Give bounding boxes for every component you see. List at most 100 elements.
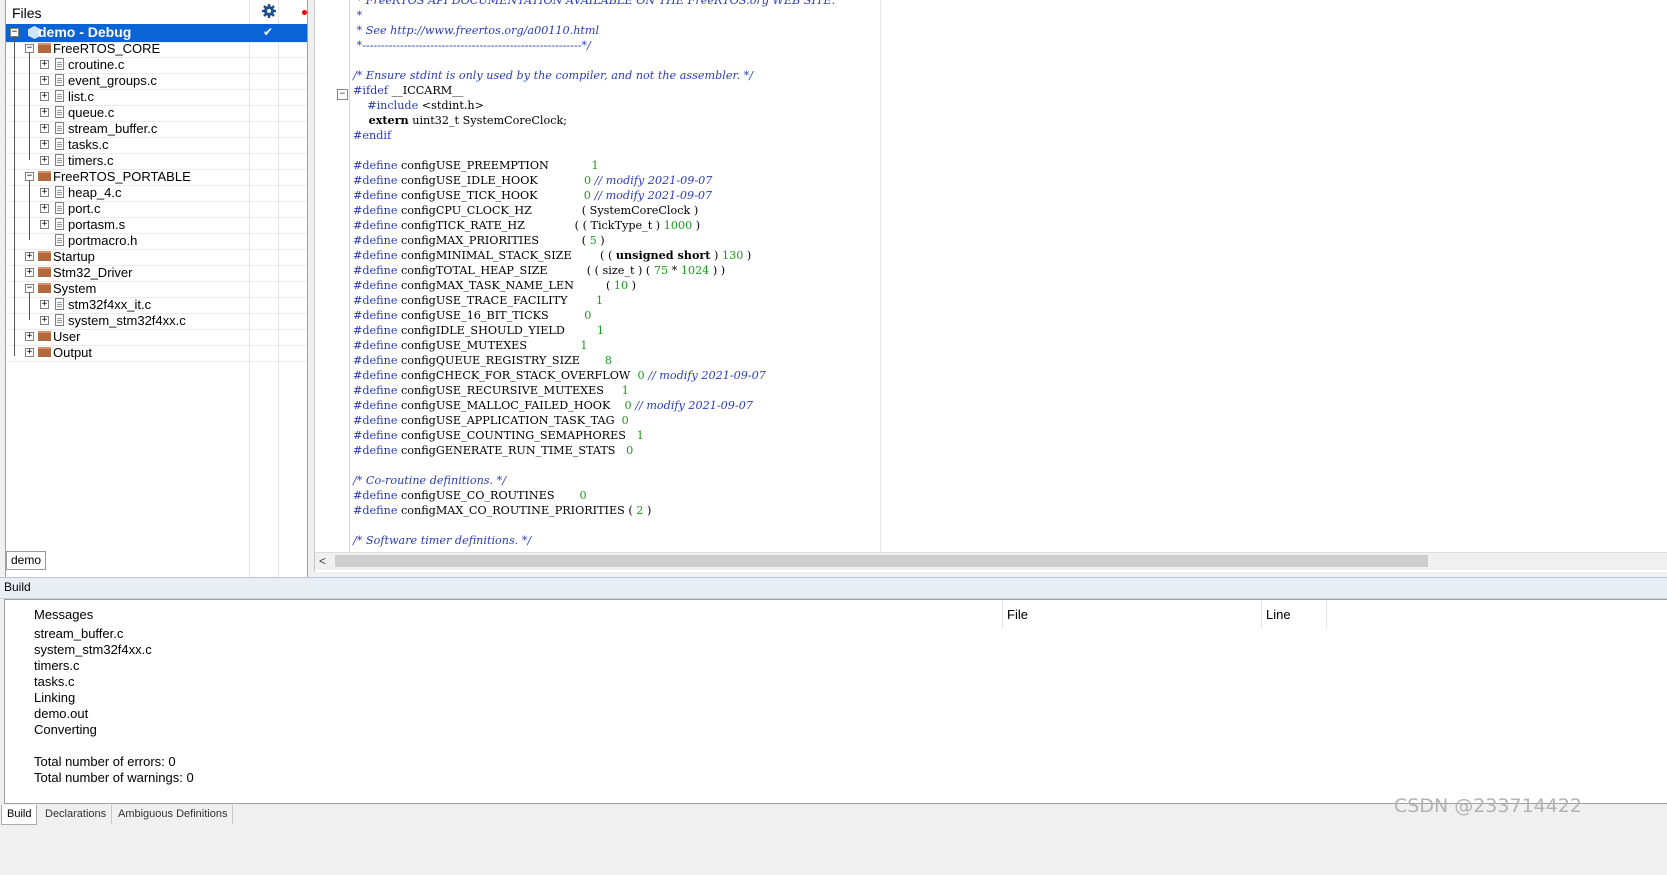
code-line[interactable] [353, 518, 835, 533]
code-line[interactable]: #define configUSE_RECURSIVE_MUTEXES 1 [353, 383, 835, 398]
expand-icon[interactable]: + [25, 268, 34, 277]
column-header-messages[interactable]: Messages [30, 600, 1003, 628]
folder-icon [38, 251, 51, 261]
code-content[interactable]: * FreeRTOS API DOCUMENTATION AVAILABLE O… [353, 0, 835, 548]
code-line[interactable]: #ifdef __ICCARM__ [353, 83, 835, 98]
expand-icon[interactable]: + [40, 92, 49, 101]
code-token: configMAX_TASK_NAME_LEN ( [397, 279, 614, 292]
code-token: configMAX_PRIORITIES ( [397, 234, 590, 247]
code-line[interactable]: #define configUSE_APPLICATION_TASK_TAG 0 [353, 413, 835, 428]
expand-icon[interactable]: + [40, 60, 49, 69]
code-token: ) [710, 249, 722, 262]
fold-collapse-icon[interactable]: − [337, 89, 348, 100]
expand-icon[interactable]: + [25, 332, 34, 341]
code-line[interactable]: #define configCPU_CLOCK_HZ ( SystemCoreC… [353, 203, 835, 218]
expand-icon[interactable]: + [25, 348, 34, 357]
code-line[interactable]: #define configUSE_CO_ROUTINES 0 [353, 488, 835, 503]
code-line[interactable]: #define configMAX_CO_ROUTINE_PRIORITIES … [353, 503, 835, 518]
code-line[interactable]: #define configUSE_MALLOC_FAILED_HOOK 0 /… [353, 398, 835, 413]
code-number: 1 [595, 294, 604, 307]
tree-item-label: FreeRTOS_CORE [53, 41, 161, 56]
expand-icon[interactable]: + [40, 220, 49, 229]
tree-item-label: timers.c [68, 153, 114, 168]
expand-icon[interactable]: + [40, 124, 49, 133]
code-line[interactable]: *---------------------------------------… [353, 38, 835, 53]
code-line[interactable]: #define configMINIMAL_STACK_SIZE ( ( uns… [353, 248, 835, 263]
code-comment: // modify 2021-09-07 [594, 189, 713, 202]
build-message[interactable]: Total number of warnings: 0 [34, 770, 194, 786]
expand-icon[interactable]: + [40, 156, 49, 165]
tree-item-label: stream_buffer.c [68, 121, 158, 136]
build-message[interactable]: Linking [34, 690, 75, 706]
code-line[interactable]: #define configUSE_16_BIT_TICKS 0 [353, 308, 835, 323]
horizontal-scrollbar[interactable]: < [315, 552, 1667, 570]
code-number: 1 [596, 324, 604, 337]
code-line[interactable]: #define configUSE_COUNTING_SEMAPHORES 1 [353, 428, 835, 443]
code-line[interactable]: #endif [353, 128, 835, 143]
code-editor[interactable]: − * FreeRTOS API DOCUMENTATION AVAILABLE… [314, 0, 1667, 572]
code-line[interactable] [353, 53, 835, 68]
expand-icon[interactable]: + [40, 140, 49, 149]
code-line[interactable]: extern uint32_t SystemCoreClock; [353, 113, 835, 128]
tab-ambiguous-definitions[interactable]: Ambiguous Definitions [113, 805, 234, 824]
code-token: configUSE_MUTEXES [397, 339, 581, 352]
code-line[interactable]: * FreeRTOS API DOCUMENTATION AVAILABLE O… [353, 0, 836, 8]
expand-icon[interactable]: + [40, 204, 49, 213]
code-line[interactable]: #define configUSE_TRACE_FACILITY 1 [353, 293, 835, 308]
column-header-line[interactable]: Line [1262, 600, 1327, 628]
code-line[interactable]: #define configCHECK_FOR_STACK_OVERFLOW 0… [353, 368, 835, 383]
build-message[interactable]: stream_buffer.c [34, 626, 123, 642]
build-message[interactable]: demo.out [34, 706, 88, 722]
code-token: configUSE_CO_ROUTINES [397, 489, 580, 502]
build-message[interactable]: system_stm32f4xx.c [34, 642, 152, 658]
build-message[interactable]: tasks.c [34, 674, 74, 690]
code-line[interactable]: #define configUSE_PREEMPTION 1 [353, 158, 835, 173]
build-messages-list[interactable]: Messages File Line stream_buffer.c system… [4, 599, 1667, 804]
expand-icon[interactable]: + [40, 188, 49, 197]
scroll-left-icon[interactable]: < [319, 553, 326, 570]
code-line[interactable]: #define configTICK_RATE_HZ ( ( TickType_… [353, 218, 835, 233]
code-line[interactable]: #define configUSE_IDLE_HOOK 0 // modify … [353, 173, 835, 188]
right-margin-guide [880, 0, 881, 552]
column-header-file[interactable]: File [1003, 600, 1262, 628]
expand-icon[interactable]: + [40, 300, 49, 309]
code-line[interactable]: * [353, 8, 835, 23]
expand-icon[interactable]: + [25, 252, 34, 261]
code-line[interactable]: /* Ensure stdint is only used by the com… [353, 68, 835, 83]
code-line[interactable]: * See http://www.freertos.org/a00110.htm… [353, 23, 835, 38]
code-line[interactable]: #define configQUEUE_REGISTRY_SIZE 8 [353, 353, 835, 368]
build-message[interactable]: timers.c [34, 658, 80, 674]
code-line[interactable]: #define configMAX_TASK_NAME_LEN ( 10 ) [353, 278, 835, 293]
build-message[interactable]: Converting [34, 722, 97, 738]
code-line[interactable]: #define configTOTAL_HEAP_SIZE ( ( size_t… [353, 263, 835, 278]
tree-item-folder[interactable]: + Output [6, 344, 307, 362]
checkmark-icon[interactable]: ✔ [263, 24, 273, 41]
code-line[interactable]: #define configIDLE_SHOULD_YIELD 1 [353, 323, 835, 338]
code-line[interactable]: /* Co-routine definitions. */ [353, 473, 835, 488]
tab-build[interactable]: Build [1, 805, 38, 825]
file-icon [55, 314, 64, 326]
code-line[interactable] [353, 143, 835, 158]
folder-icon [38, 347, 51, 357]
expand-icon[interactable]: + [40, 108, 49, 117]
expand-icon[interactable]: + [40, 316, 49, 325]
code-line[interactable]: #define configUSE_MUTEXES 1 [353, 338, 835, 353]
code-line[interactable]: #include <stdint.h> [353, 98, 835, 113]
code-token: configMINIMAL_STACK_SIZE ( ( [397, 249, 616, 262]
code-token: configUSE_APPLICATION_TASK_TAG [397, 414, 622, 427]
code-line[interactable]: #define configUSE_TICK_HOOK 0 // modify … [353, 188, 835, 203]
code-line[interactable]: /* Software timer definitions. */ [353, 533, 835, 548]
build-message[interactable]: Total number of errors: 0 [34, 754, 176, 770]
build-panel-title: Build [0, 577, 1667, 599]
gear-icon[interactable] [261, 3, 277, 19]
code-line[interactable] [353, 458, 835, 473]
tab-demo[interactable]: demo [6, 551, 46, 570]
code-comment: /* Software timer definitions. */ [353, 534, 532, 547]
expand-icon[interactable]: + [40, 76, 49, 85]
code-line[interactable]: #define configMAX_PRIORITIES ( 5 ) [353, 233, 835, 248]
code-line[interactable]: #define configGENERATE_RUN_TIME_STATS 0 [353, 443, 835, 458]
file-icon [55, 138, 64, 150]
scrollbar-thumb[interactable] [335, 555, 1428, 567]
file-icon [55, 90, 64, 102]
tab-declarations[interactable]: Declarations [40, 805, 113, 824]
